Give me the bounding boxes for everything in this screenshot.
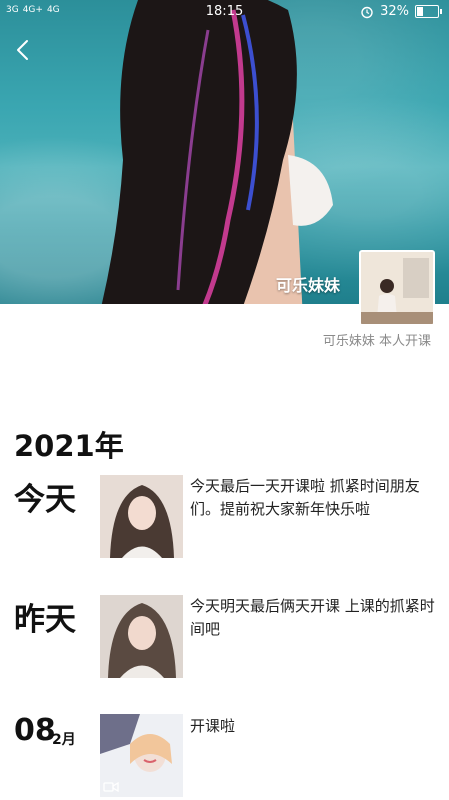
post-text[interactable]: 开课啦 [190,715,435,738]
avatar-image [361,252,433,324]
status-right: 32% [360,4,442,19]
profile-signature: 可乐妹妹 本人开课 [322,334,431,349]
timeline-year: 2021年 [14,429,124,463]
post-text[interactable]: 今天明天最后俩天开课 上课的抓紧时间吧 [190,595,435,641]
post-day-today: 今天 [14,482,76,518]
post-thumbnail[interactable] [100,475,183,558]
alarm-icon [361,6,373,18]
post-month: 2月 [52,732,76,748]
status-bar: 3G 4G+ 4G 18:15 32% [0,0,449,24]
avatar[interactable] [359,250,435,326]
profile-name: 可乐妹妹 [276,276,341,295]
battery-icon [415,5,442,18]
post-day-number: 08 [14,713,56,748]
post-day-yesterday: 昨天 [14,602,76,638]
battery-fill [417,7,423,16]
video-icon [103,781,119,793]
post-image [100,475,183,558]
battery-percent: 32% [380,4,409,19]
post-text[interactable]: 今天最后一天开课啦 抓紧时间朋友们。提前祝大家新年快乐啦 [190,475,435,521]
chevron-left-icon [17,40,28,60]
post-image [100,595,183,678]
cover-figure [101,0,333,304]
back-button[interactable] [12,38,36,62]
post-thumbnail[interactable] [100,714,183,797]
post-thumbnail[interactable] [100,595,183,678]
